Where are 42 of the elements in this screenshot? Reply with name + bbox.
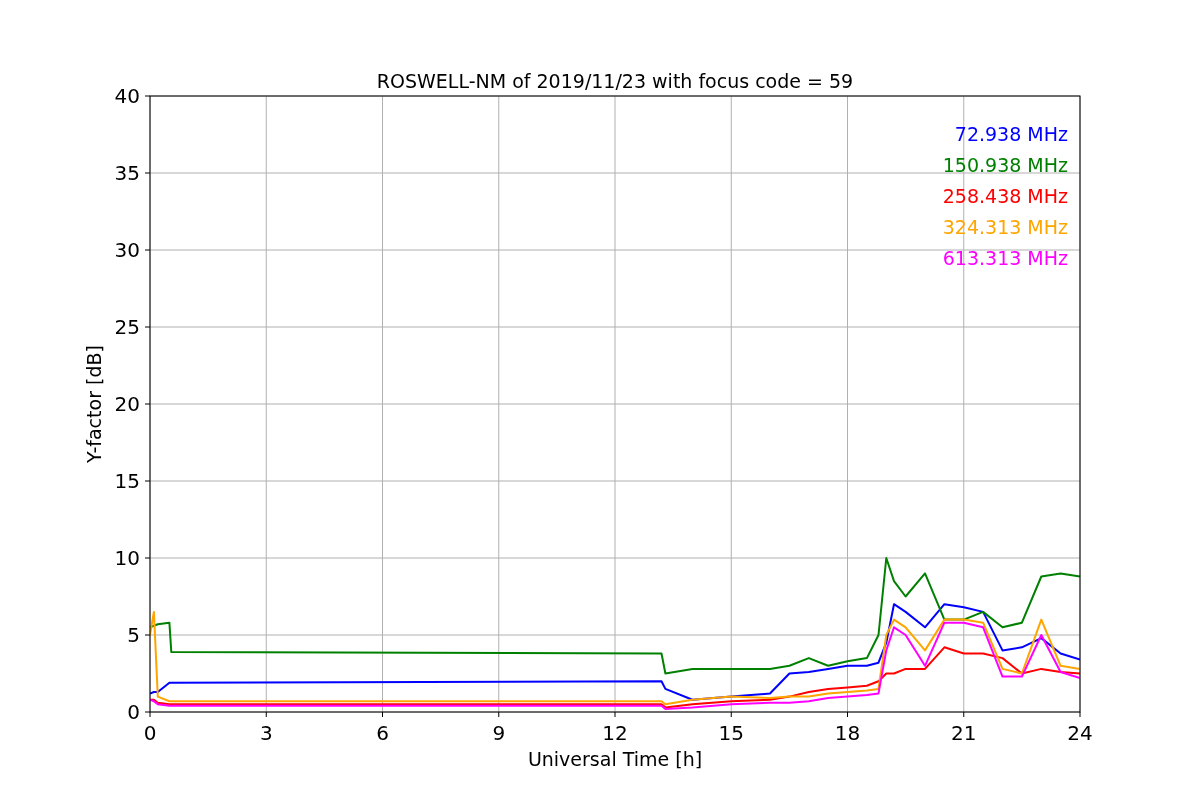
tick-label: 30 [114, 238, 140, 262]
tick-label: 0 [127, 700, 140, 724]
tick-mark [614, 711, 616, 718]
tick-mark [847, 711, 848, 718]
legend-label: 72.938 MHz [954, 123, 1068, 145]
tick-label: 10 [114, 546, 140, 570]
x-axis-label: Universal Time [h] [527, 748, 703, 770]
tick-label: 0 [143, 721, 157, 745]
tick-mark [963, 711, 965, 718]
tick-label: 15 [718, 721, 744, 745]
tick-label: 21 [951, 721, 977, 745]
tick-label: 35 [114, 161, 140, 185]
tick-label: 40 [114, 84, 140, 108]
tick-label: 12 [602, 721, 628, 745]
tick-label: 24 [1067, 721, 1093, 745]
tick-label: 25 [114, 315, 140, 339]
chart-title: ROSWELL-NM of 2019/11/23 with focus code = 59 [376, 70, 854, 92]
legend-label: 150.938 MHz [942, 154, 1068, 176]
tick-mark [382, 711, 383, 718]
tick-mark [144, 634, 151, 636]
legend-label: 258.438 MHz [942, 185, 1068, 207]
tick-mark [144, 172, 151, 174]
tick-label: 15 [114, 469, 140, 493]
tick-mark [144, 326, 151, 328]
tick-mark [730, 711, 732, 718]
tick-mark [144, 480, 151, 482]
legend-label: 613.313 MHz [942, 247, 1068, 269]
tick-mark [144, 249, 151, 251]
tick-mark [144, 95, 151, 97]
tick-label: 3 [259, 721, 273, 745]
tick-label: 20 [114, 392, 140, 416]
tick-label: 5 [127, 623, 140, 647]
tick-mark [144, 557, 151, 559]
tick-mark [265, 711, 267, 718]
tick-mark [144, 403, 151, 405]
tick-mark [498, 711, 500, 718]
tick-label: 18 [834, 721, 861, 745]
legend-label: 324.313 MHz [942, 216, 1068, 238]
tick-label: 6 [376, 721, 389, 745]
y-axis-label: Y-factor [dB] [83, 345, 105, 463]
tick-label: 9 [492, 721, 506, 745]
tick-mark [1079, 711, 1081, 718]
